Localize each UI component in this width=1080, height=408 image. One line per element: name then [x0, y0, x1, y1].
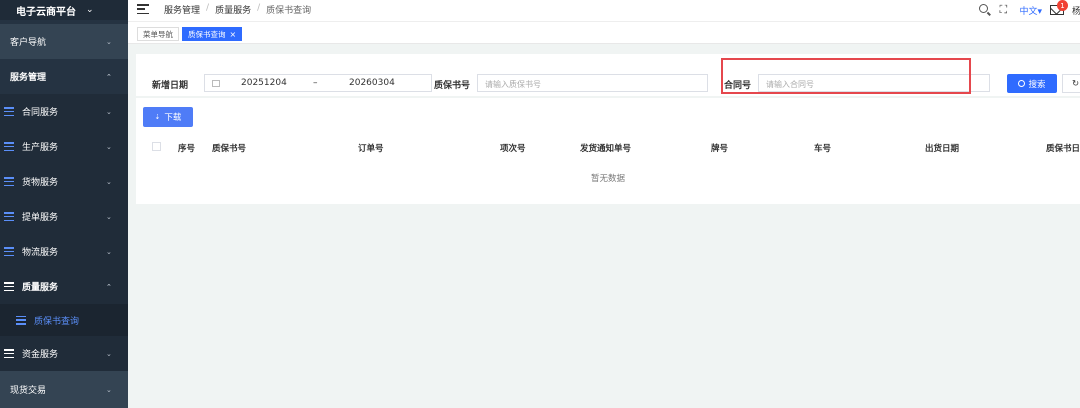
cert-number-input[interactable]: 请输入质保书号 [477, 74, 708, 92]
chevron-down-icon: ⌄ [106, 247, 112, 256]
app-title: 电子云商平台 [16, 6, 76, 18]
sidebar-item-service-management[interactable]: 服务管理 ⌃ [0, 59, 128, 94]
date-label: 新增日期 [152, 81, 189, 91]
calendar-icon [212, 80, 220, 87]
date-start: 20251204 [241, 78, 287, 88]
chevron-down-icon[interactable]: ⌄ [86, 5, 94, 15]
sidebar-item-fund-service[interactable]: 资金服务 ⌄ [0, 336, 128, 371]
column-header-order-no: 订单号 [358, 144, 384, 154]
search-button[interactable]: 搜索 [1007, 74, 1057, 93]
header-actions: ⛶ 中文▾ 1 杨 [979, 0, 1080, 18]
breadcrumb-item-current: 质保书查询 [266, 6, 312, 16]
list-icon [4, 212, 14, 221]
breadcrumb-item[interactable]: 质量服务 [215, 3, 251, 16]
caret-down-icon: ▾ [1037, 6, 1042, 17]
download-button[interactable]: ⇣ 下载 [143, 107, 193, 127]
results-table: ⇣ 下载 序号 质保书号 订单号 项次号 发货通知单号 牌号 车号 出货日期 质… [136, 98, 1080, 204]
date-end: 20260304 [349, 78, 395, 88]
sidebar-item-contract-service[interactable]: 合同服务 ⌄ [0, 94, 128, 129]
download-icon: ⇣ [154, 113, 161, 121]
breadcrumb-separator: / [206, 3, 210, 13]
sidebar-item-label: 客户导航 [10, 38, 47, 48]
column-header-grade: 牌号 [711, 144, 729, 154]
fullscreen-icon[interactable]: ⛶ [999, 4, 1011, 16]
sidebar-item-label: 提单服务 [22, 213, 59, 223]
contract-field-highlight [721, 58, 971, 94]
sidebar-item-label: 质量服务 [22, 283, 59, 293]
list-icon [4, 177, 14, 186]
user-name[interactable]: 杨 [1072, 4, 1080, 17]
sidebar-item-quality-service[interactable]: 质量服务 ⌃ [0, 269, 128, 304]
top-header: 服务管理 / 质量服务 / 质保书查询 ⛶ 中文▾ 1 杨 [128, 0, 1080, 22]
chevron-down-icon: ⌄ [106, 37, 112, 46]
date-separator: – [313, 78, 318, 88]
chevron-down-icon: ⌄ [106, 142, 112, 151]
search-icon [1018, 80, 1026, 87]
refresh-icon: ↻ [1072, 78, 1080, 89]
sidebar: 电子云商平台 ⌄ 客户导航 ⌄ 服务管理 ⌃ 合同服务 ⌄ 生产服务 ⌄ 货物服… [0, 0, 128, 408]
column-header-ship-date: 出货日期 [925, 144, 960, 154]
column-header-vehicle-no: 车号 [814, 144, 832, 154]
app-brand[interactable]: 电子云商平台 [0, 0, 128, 20]
sidebar-item-label: 生产服务 [22, 143, 59, 153]
tab-label: 菜单导航 [143, 29, 173, 39]
sidebar-item-label: 服务管理 [10, 73, 47, 83]
mail-icon[interactable]: 1 [1050, 0, 1068, 15]
column-header-cert-date: 质保书日 [1046, 144, 1080, 154]
sidebar-item-label: 质保书查询 [34, 316, 80, 327]
empty-state: 暂无数据 [590, 174, 625, 184]
sidebar-item-label: 物流服务 [22, 248, 59, 258]
list-icon [4, 247, 14, 256]
column-header-index: 序号 [178, 144, 196, 154]
chevron-down-icon: ⌄ [106, 212, 112, 221]
tab-menu-nav[interactable]: 菜单导航 [137, 27, 179, 41]
notification-badge: 1 [1057, 0, 1068, 11]
chevron-up-icon: ⌃ [106, 282, 112, 291]
chevron-down-icon: ⌄ [106, 385, 112, 394]
sidebar-item-spot-trading[interactable]: 现货交易 ⌄ [0, 371, 128, 408]
close-icon[interactable]: × [230, 30, 237, 39]
date-range-picker[interactable]: 20251204 – 20260304 [204, 74, 432, 92]
breadcrumb: 服务管理 / 质量服务 / 质保书查询 [164, 3, 311, 16]
tabs-bar: 菜单导航 质保书查询 × [128, 22, 1080, 44]
column-header-delivery-no: 发货通知单号 [580, 144, 632, 154]
sidebar-item-goods-service[interactable]: 货物服务 ⌄ [0, 164, 128, 199]
tab-label: 质保书查询 [188, 29, 226, 39]
chevron-down-icon: ⌄ [106, 177, 112, 186]
sidebar-item-label: 货物服务 [22, 178, 59, 188]
cert-label: 质保书号 [434, 81, 471, 91]
column-header-item-no: 项次号 [500, 144, 526, 154]
sidebar-item-logistics-service[interactable]: 物流服务 ⌄ [0, 234, 128, 269]
chevron-up-icon: ⌃ [106, 72, 112, 81]
sidebar-item-customer-nav[interactable]: 客户导航 ⌄ [0, 24, 128, 59]
list-icon [4, 282, 14, 291]
list-icon [4, 142, 14, 151]
sidebar-item-bill-service[interactable]: 提单服务 ⌄ [0, 199, 128, 234]
list-icon [16, 315, 26, 325]
sidebar-item-certificate-query[interactable]: 质保书查询 [0, 304, 128, 336]
breadcrumb-item[interactable]: 服务管理 [164, 3, 200, 16]
main-content: 新增日期 20251204 – 20260304 质保书号 请输入质保书号 合同… [128, 44, 1080, 408]
sidebar-item-label: 现货交易 [10, 386, 47, 396]
chevron-down-icon: ⌄ [106, 349, 112, 358]
sidebar-item-label: 资金服务 [22, 350, 59, 360]
breadcrumb-separator: / [257, 3, 261, 13]
language-select[interactable]: 中文▾ [1019, 4, 1042, 17]
sidebar-item-production-service[interactable]: 生产服务 ⌄ [0, 129, 128, 164]
download-button-label: 下载 [164, 113, 182, 123]
search-button-label: 搜索 [1028, 79, 1046, 90]
sidebar-item-label: 合同服务 [22, 108, 59, 118]
tab-certificate-query[interactable]: 质保书查询 × [182, 27, 243, 41]
select-all-checkbox[interactable] [152, 142, 161, 151]
chevron-down-icon: ⌄ [106, 107, 112, 116]
column-header-cert-no: 质保书号 [212, 144, 247, 154]
reset-button[interactable]: ↻ 重 [1062, 74, 1080, 93]
search-icon[interactable] [979, 4, 991, 16]
list-icon [4, 107, 14, 116]
menu-toggle-icon[interactable] [137, 4, 149, 14]
list-icon [4, 349, 14, 358]
language-label: 中文 [1019, 6, 1038, 17]
